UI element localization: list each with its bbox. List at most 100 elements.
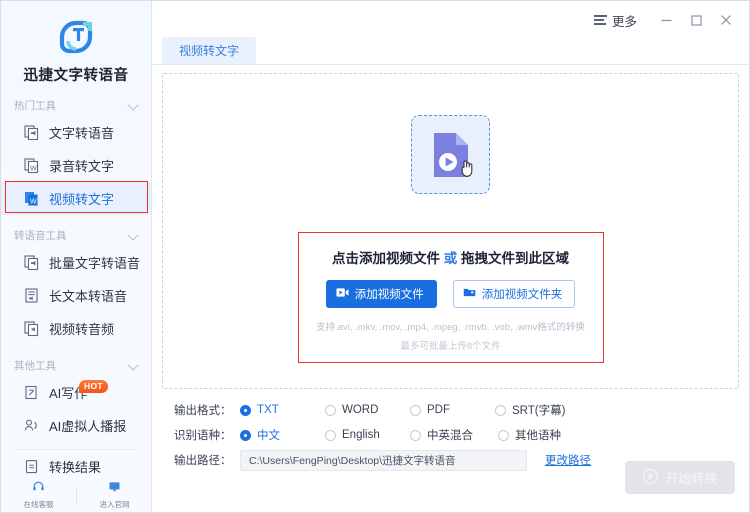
- sidebar-item-label: 批量文字转语音: [49, 256, 141, 271]
- sidebar: 迅捷文字转语音 热门工具 文字转语音 W 录音转文字 W 视频转文字 转语音工具…: [1, 1, 152, 512]
- sidebar-item-video-to-text[interactable]: W 视频转文字: [1, 182, 151, 215]
- close-icon[interactable]: [711, 6, 741, 34]
- ai-writing-icon: [23, 384, 40, 401]
- file-dropzone[interactable]: 点击添加视频文件 或 拖拽文件到此区域 添加视频文件 添加视频文件夹 支持.av…: [162, 73, 739, 389]
- sidebar-section-header-hot[interactable]: 热门工具: [1, 94, 151, 116]
- hot-badge: HOT: [79, 380, 108, 393]
- batch-text-to-speech-icon: [23, 254, 40, 271]
- section-label: 其他工具: [14, 359, 56, 372]
- cta-highlight-box: 点击添加视频文件 或 拖拽文件到此区域 添加视频文件 添加视频文件夹 支持.av…: [297, 232, 604, 363]
- sidebar-footer: 在线客服 进入官网: [1, 478, 152, 512]
- app-window: 迅捷文字转语音 热门工具 文字转语音 W 录音转文字 W 视频转文字 转语音工具…: [0, 0, 750, 513]
- add-video-file-label: 添加视频文件: [354, 289, 424, 301]
- official-site-button[interactable]: 进入官网: [77, 480, 152, 510]
- output-format-option-word[interactable]: WORD: [325, 404, 410, 416]
- tab-video-to-text[interactable]: 视频转文字: [162, 37, 257, 64]
- sidebar-item-label: 长文本转语音: [49, 289, 128, 304]
- sidebar-item-label: 视频转音频: [49, 322, 115, 337]
- output-format-label: 输出格式：: [174, 405, 232, 417]
- output-path-label: 输出路径：: [174, 455, 232, 467]
- output-format-option-txt[interactable]: TXT: [240, 404, 325, 416]
- upload-limit-hint: 最多可批量上传8个文件: [400, 341, 501, 352]
- cta-title-prefix: 点击添加视频文件: [331, 251, 444, 266]
- audio-to-text-icon: W: [23, 157, 40, 174]
- minimize-icon[interactable]: [651, 6, 681, 34]
- radio-icon: [410, 404, 421, 416]
- start-convert-button[interactable]: 开始转换: [625, 461, 735, 494]
- language-option-chinese[interactable]: 中文: [240, 427, 325, 443]
- sidebar-item-ai-avatar-broadcast[interactable]: AI虚拟人播报: [1, 409, 151, 442]
- maximize-icon[interactable]: [681, 6, 711, 34]
- supported-formats-hint: 支持.avi, .mkv, .mov, .mp4, .mpeg, .rmvb, …: [316, 322, 585, 333]
- chevron-down-icon: [128, 100, 139, 111]
- sidebar-item-long-text-to-speech[interactable]: 长文本转语音: [1, 279, 151, 312]
- content-area: 点击添加视频文件 或 拖拽文件到此区域 添加视频文件 添加视频文件夹 支持.av…: [152, 65, 749, 512]
- output-path-field[interactable]: C:\Users\FengPing\Desktop\迅捷文字转语音: [240, 449, 527, 471]
- change-path-link[interactable]: 更改路径: [545, 452, 591, 468]
- output-format-option-pdf[interactable]: PDF: [410, 404, 495, 416]
- recognize-language-label: 识别语种：: [174, 430, 232, 442]
- language-option-english[interactable]: English: [325, 429, 410, 441]
- sidebar-item-label: 文字转语音: [49, 126, 115, 141]
- video-file-icon[interactable]: [411, 115, 490, 194]
- main-panel: 更多 视频转文字 点击添加视频文件 或 拖拽文件到此区域 添加视频文件 添加视频…: [152, 1, 749, 512]
- add-video-folder-label: 添加视频文件夹: [481, 289, 563, 301]
- cta-title-or: 或: [443, 251, 458, 266]
- radio-icon: [240, 404, 251, 416]
- brand-block: 迅捷文字转语音: [1, 1, 151, 85]
- sidebar-item-ai-writing[interactable]: AI写作 HOT: [1, 376, 151, 409]
- section-label: 转语音工具: [14, 229, 67, 242]
- add-video-file-icon: [336, 287, 349, 301]
- sidebar-item-batch-text-to-speech[interactable]: 批量文字转语音: [1, 246, 151, 279]
- add-video-folder-button[interactable]: 添加视频文件夹: [452, 280, 576, 308]
- sidebar-item-label: 视频转文字: [49, 192, 115, 207]
- settings-panel: 输出格式： TXT WORD PDF SRT(字幕) 识别语种： 中文 Engl…: [162, 389, 739, 471]
- brand-name: 迅捷文字转语音: [23, 68, 129, 84]
- app-logo-icon: [1, 15, 151, 59]
- more-label: 更多: [611, 14, 637, 29]
- radio-icon: [325, 404, 336, 416]
- hamburger-icon: [593, 13, 607, 28]
- hand-cursor-icon: [460, 159, 475, 182]
- sidebar-item-label: 转换结果: [49, 460, 102, 475]
- play-circle-icon: [642, 468, 659, 488]
- start-convert-label: 开始转换: [665, 471, 718, 486]
- cta-buttons: 添加视频文件 添加视频文件夹: [299, 280, 603, 308]
- sidebar-item-label: AI虚拟人播报: [49, 419, 127, 434]
- ai-avatar-broadcast-icon: [23, 417, 40, 434]
- option-label: 中文: [257, 430, 280, 442]
- cta-title-suffix: 拖拽文件到此区域: [457, 251, 570, 266]
- sidebar-item-audio-to-text[interactable]: W 录音转文字: [1, 149, 151, 182]
- language-option-mixed[interactable]: 中英混合: [410, 427, 498, 443]
- chevron-down-icon: [128, 360, 139, 371]
- headset-icon: [32, 480, 45, 498]
- monitor-icon: [108, 480, 121, 498]
- footer-item-label: 在线客服: [23, 500, 54, 509]
- option-label: TXT: [257, 404, 279, 416]
- section-label: 热门工具: [14, 99, 56, 112]
- recognize-language-row: 识别语种： 中文 English 中英混合 其他语种: [174, 424, 727, 446]
- tab-strip: 视频转文字: [152, 37, 749, 65]
- language-option-other[interactable]: 其他语种: [498, 427, 561, 443]
- long-text-to-speech-icon: [23, 287, 40, 304]
- more-button[interactable]: 更多: [593, 11, 637, 30]
- video-to-audio-icon: [23, 320, 40, 337]
- svg-text:W: W: [30, 165, 37, 172]
- text-to-speech-icon: [23, 124, 40, 141]
- cta-title: 点击添加视频文件 或 拖拽文件到此区域: [299, 247, 603, 267]
- option-label: WORD: [342, 404, 379, 416]
- sidebar-item-text-to-speech[interactable]: 文字转语音: [1, 116, 151, 149]
- sidebar-section-header-tts-tools[interactable]: 转语音工具: [1, 224, 151, 246]
- conversion-result-icon: [23, 458, 40, 475]
- sidebar-item-video-to-audio[interactable]: 视频转音频: [1, 312, 151, 345]
- radio-icon: [498, 429, 509, 441]
- add-video-file-button[interactable]: 添加视频文件: [325, 280, 437, 308]
- online-support-button[interactable]: 在线客服: [1, 480, 76, 510]
- output-format-option-srt[interactable]: SRT(字幕): [495, 402, 565, 418]
- option-label: PDF: [427, 404, 450, 416]
- radio-icon: [410, 429, 421, 441]
- svg-text:W: W: [30, 198, 37, 205]
- sidebar-section-header-other-tools[interactable]: 其他工具: [1, 354, 151, 376]
- video-to-text-icon: W: [23, 190, 40, 207]
- title-bar: 更多: [152, 1, 749, 39]
